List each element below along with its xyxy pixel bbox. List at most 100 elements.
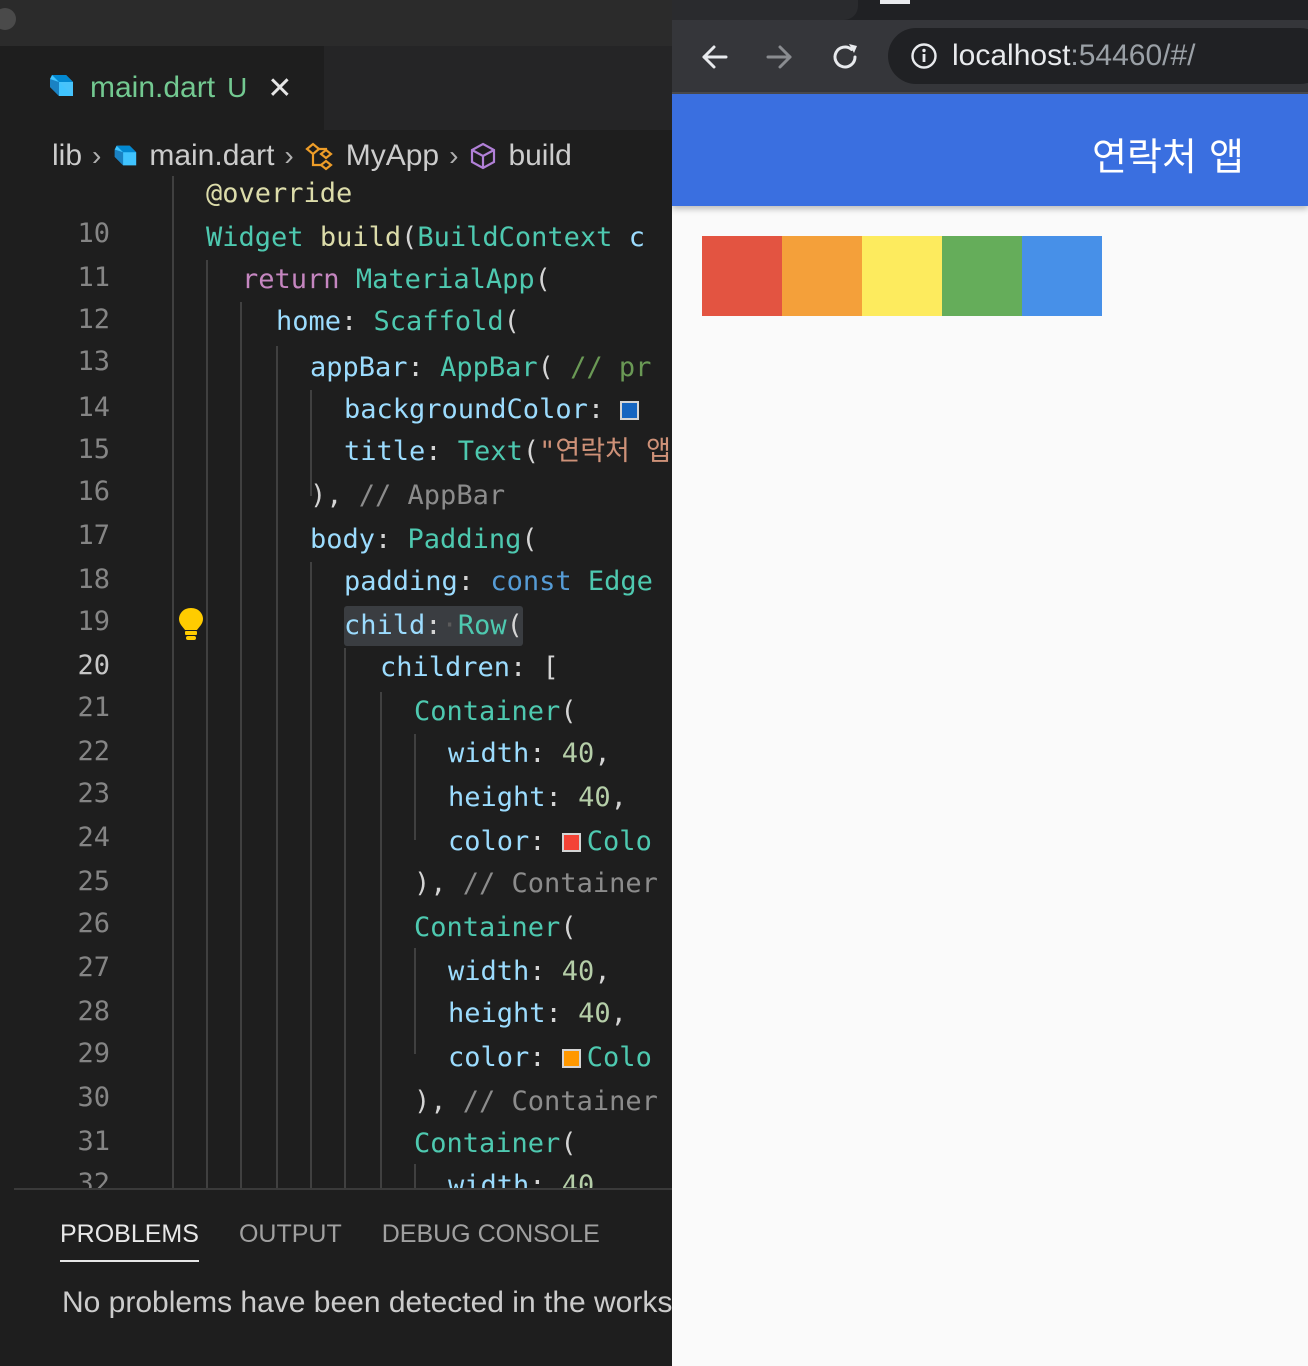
code-token: @override — [206, 178, 353, 209]
code-line: 18 body: Padding( — [14, 520, 672, 595]
code-token: ), — [414, 1086, 463, 1117]
code-token: : — [529, 1042, 562, 1073]
code-token: MaterialApp — [355, 264, 535, 295]
browser-toolbar: localhost:54460/#/ — [672, 20, 1308, 92]
chevron-right-icon: › — [92, 140, 102, 171]
code-token: child — [344, 610, 426, 641]
code-token: children — [380, 652, 511, 683]
color-swatch-red[interactable] — [561, 833, 581, 852]
color-swatch-appbar[interactable] — [620, 401, 640, 420]
app-bar-title: 연락처 앱 — [1092, 135, 1244, 179]
code-token: ), — [414, 868, 463, 899]
code-token: backgroundColor — [344, 394, 588, 425]
code-line: 29 height: 40, — [14, 994, 672, 1069]
code-token: 40 — [578, 998, 611, 1029]
code-token: Padding — [407, 524, 522, 555]
code-token: c — [612, 222, 645, 253]
info-icon[interactable] — [910, 42, 938, 70]
chevron-right-icon: › — [449, 140, 459, 171]
code-token: "연락처 앱 — [539, 436, 671, 467]
code-token: height — [448, 998, 546, 1029]
tab-output[interactable]: OUTPUT — [239, 1202, 342, 1260]
address-bar[interactable]: localhost:54460/#/ — [888, 28, 1308, 84]
code-token: Colo — [586, 826, 652, 857]
editor-tab-main-dart[interactable]: main.dart U ✕ — [14, 46, 324, 130]
code-line: 28 width: 40, — [14, 952, 672, 1027]
code-token: width — [448, 1170, 530, 1188]
chevron-right-icon: › — [284, 140, 294, 171]
method-cube-icon — [468, 141, 498, 171]
tab-debug-console[interactable]: DEBUG CONSOLE — [382, 1202, 600, 1260]
problems-message: No problems have been detected in the wo… — [62, 1286, 672, 1319]
color-swatch-orange[interactable] — [561, 1049, 581, 1068]
code-token: ( — [537, 352, 571, 383]
code-line: 17 ), // AppBar — [14, 476, 672, 551]
code-line: 25 color: Colo — [14, 822, 672, 897]
tab-close-icon[interactable]: ✕ — [267, 71, 292, 106]
code-token: : [ — [510, 652, 559, 683]
code-line: 22 Container( — [14, 692, 672, 767]
code-line-active: 20 child:·Row( — [14, 606, 672, 681]
code-token: Container — [414, 1128, 561, 1159]
code-token: 40 — [561, 956, 595, 987]
back-button[interactable] — [698, 40, 732, 74]
url-host: localhost — [952, 39, 1071, 72]
reload-button[interactable] — [828, 40, 862, 74]
lightbulb-icon[interactable] — [176, 606, 206, 646]
code-token: height — [448, 782, 546, 813]
code-token: // Container — [462, 1086, 658, 1117]
breadcrumb-label: main.dart — [149, 139, 275, 172]
code-token: Scaffold — [373, 306, 504, 337]
code-token: Colo — [586, 1042, 652, 1073]
dart-file-icon — [111, 142, 139, 170]
code-token: color — [448, 826, 530, 857]
code-token: ), — [310, 480, 359, 511]
code-token: ( — [506, 610, 523, 641]
breadcrumb-item-main-dart[interactable]: main.dart — [111, 139, 274, 173]
code-token: ( — [560, 1128, 577, 1159]
code-token: 40 — [578, 782, 611, 813]
code-token: ( — [521, 524, 538, 555]
forward-button[interactable] — [762, 40, 796, 74]
breadcrumb-item-myapp[interactable]: MyApp — [304, 139, 439, 173]
code-line: 14 appBar: AppBar( // pr — [14, 348, 672, 423]
code-token: : — [425, 610, 442, 641]
code-token: Widget — [206, 222, 304, 253]
code-editor: main.dart U ✕ lib › main.dart › MyApp › … — [0, 0, 672, 1366]
code-token: build — [319, 222, 402, 253]
code-token: : — [545, 998, 579, 1029]
tab-problems[interactable]: PROBLEMS — [60, 1202, 199, 1262]
code-area[interactable]: 10 @override 11 Widget build(BuildContex… — [14, 176, 672, 1188]
dart-file-icon — [46, 71, 76, 105]
code-token: Row — [457, 610, 507, 641]
code-token: return — [242, 264, 340, 295]
reload-icon — [833, 44, 857, 69]
flutter-app-bar: 연락처 앱 — [672, 94, 1308, 206]
browser-tab[interactable] — [672, 0, 858, 20]
code-line: 24 height: 40, — [14, 778, 672, 853]
code-token: ( — [401, 222, 418, 253]
breadcrumb-item-build[interactable]: build — [468, 139, 572, 173]
code-token: width — [448, 956, 530, 987]
breadcrumb-item-lib[interactable]: lib — [52, 139, 82, 173]
code-line: 33 width: 40 — [14, 1166, 672, 1188]
code-token: ( — [503, 306, 520, 337]
code-token: Container — [414, 696, 561, 727]
code-token: // pr — [570, 352, 652, 383]
code-token: Edge — [587, 566, 653, 597]
code-line: 15 backgroundColor: — [14, 390, 672, 465]
browser-active-tab-indicator — [880, 0, 910, 4]
code-line: 10 @override — [14, 176, 672, 249]
code-token: 40 — [561, 1170, 595, 1188]
code-token: : — [545, 782, 579, 813]
color-box-blue — [1022, 236, 1102, 316]
code-token: const — [490, 566, 572, 597]
url-path: :54460/#/ — [1070, 39, 1196, 72]
arrow-right-icon — [766, 45, 792, 69]
code-line: 30 color: Colo — [14, 1038, 672, 1113]
code-token: ( — [534, 264, 551, 295]
color-box-yellow — [862, 236, 942, 316]
code-token: : — [529, 1170, 562, 1188]
code-token: , — [594, 956, 611, 987]
